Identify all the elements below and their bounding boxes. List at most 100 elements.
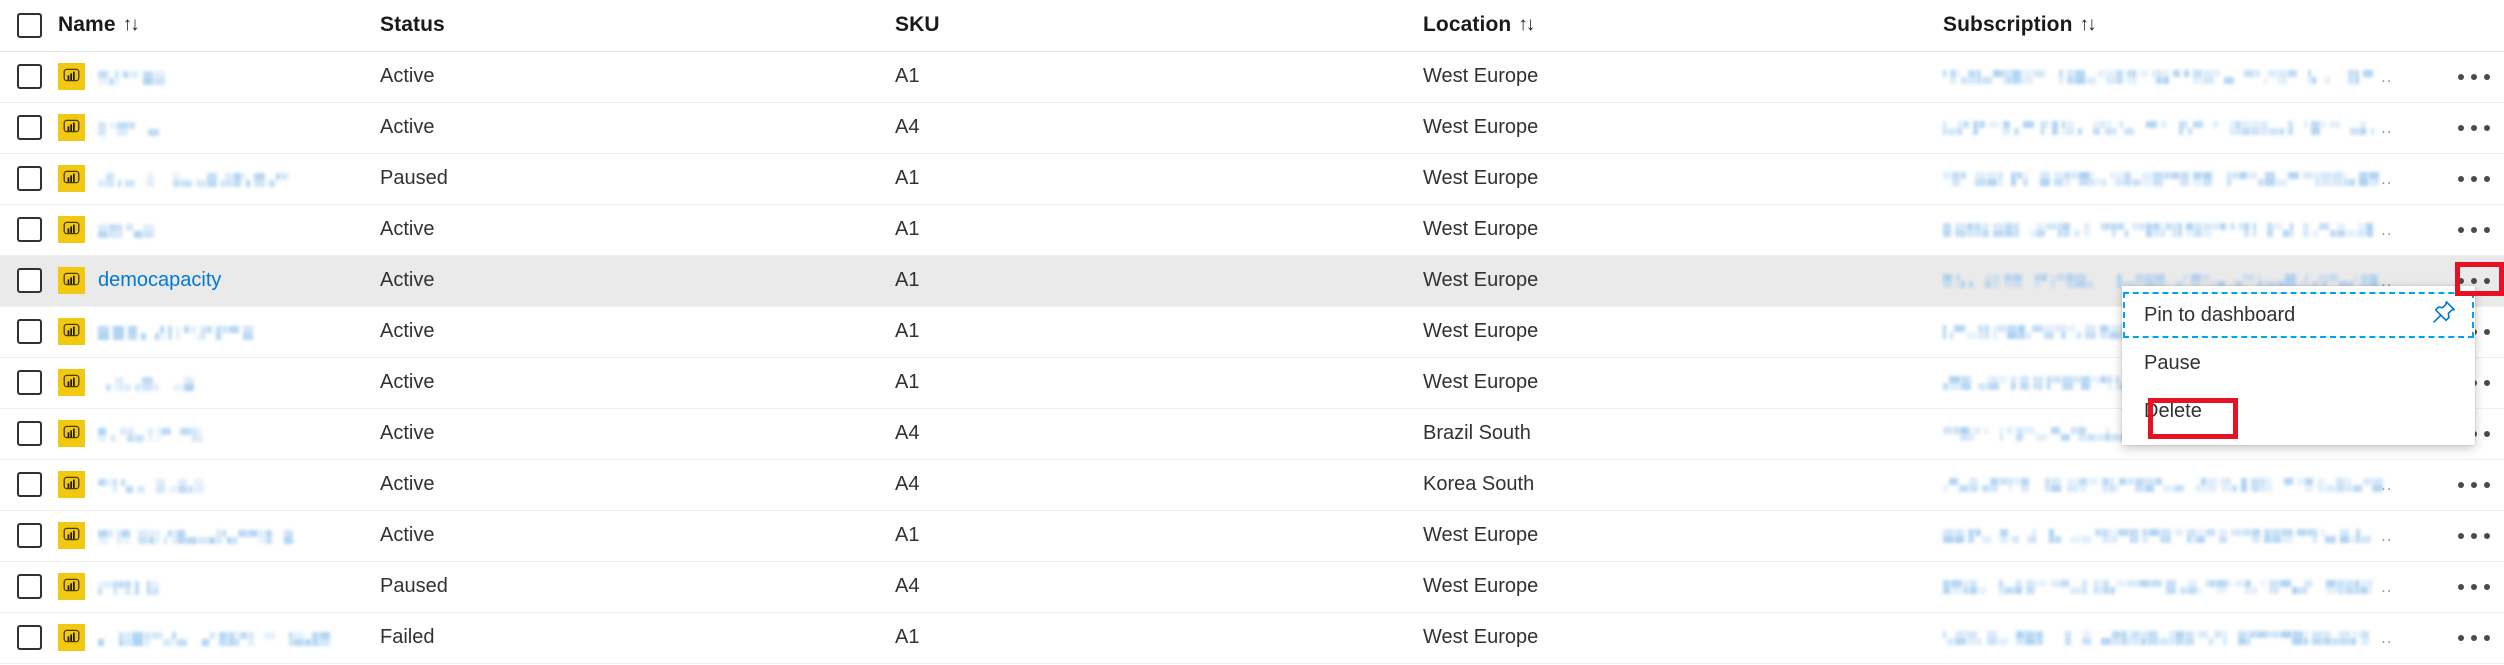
- row-status-cell: Active: [380, 357, 895, 409]
- row-status-cell: Active: [380, 255, 895, 307]
- row-select-checkbox[interactable]: [17, 523, 42, 548]
- row-name-cell: [58, 102, 380, 154]
- location-value: West Europe: [1423, 320, 1539, 342]
- row-status-cell: Active: [380, 306, 895, 358]
- row-select-checkbox[interactable]: [17, 268, 42, 293]
- header-name-cell[interactable]: Name ↑↓: [58, 0, 380, 52]
- header-location-cell[interactable]: Location ↑↓: [1423, 0, 1943, 52]
- capacities-list-page: Name ↑↓ Status SKU Location ↑↓ Subscriptio…: [0, 0, 2504, 665]
- menu-item-pause[interactable]: Pause: [2122, 339, 2475, 387]
- table-header: Name ↑↓ Status SKU Location ↑↓ Subscriptio…: [0, 0, 2504, 52]
- row-select-checkbox[interactable]: [17, 319, 42, 344]
- row-overflow-menu-button[interactable]: [2449, 62, 2498, 92]
- row-location-cell: West Europe: [1423, 204, 1943, 256]
- header-sku-cell[interactable]: SKU: [895, 0, 1423, 52]
- header-status-cell[interactable]: Status: [380, 0, 895, 52]
- subscription-truncation-indicator: ..: [2381, 168, 2393, 188]
- row-select-checkbox[interactable]: [17, 370, 42, 395]
- row-select-checkbox[interactable]: [17, 115, 42, 140]
- power-bi-capacity-icon: [58, 267, 85, 294]
- header-status-label: Status: [380, 13, 445, 37]
- row-status-cell: Active: [380, 510, 895, 562]
- row-location-cell: West Europe: [1423, 561, 1943, 613]
- sku-value: A1: [895, 371, 920, 393]
- redacted-text: [98, 67, 165, 87]
- ellipsis-dot: [2483, 277, 2490, 284]
- row-select-cell: [0, 612, 58, 664]
- sku-value: A1: [895, 269, 920, 291]
- row-location-cell: Brazil South: [1423, 408, 1943, 460]
- status-value: Active: [380, 473, 435, 495]
- sort-arrows-icon-location[interactable]: ↑↓: [1518, 14, 1535, 36]
- row-select-checkbox[interactable]: [17, 472, 42, 497]
- sku-value: A1: [895, 65, 920, 87]
- table-row[interactable]: Paused A4 West Europe..: [0, 561, 2504, 613]
- row-overflow-menu-button[interactable]: [2449, 164, 2498, 194]
- ellipsis-dot: [2470, 226, 2477, 233]
- subscription-truncation-indicator: ..: [2381, 525, 2393, 545]
- row-select-checkbox[interactable]: [17, 64, 42, 89]
- ellipsis-dot: [2457, 124, 2464, 131]
- row-select-cell: [0, 102, 58, 154]
- menu-item-pin-to-dashboard[interactable]: Pin to dashboard: [2122, 291, 2475, 339]
- row-overflow-menu-button[interactable]: [2449, 521, 2498, 551]
- select-all-checkbox[interactable]: [17, 12, 42, 38]
- power-bi-capacity-icon: [58, 63, 85, 90]
- status-value: Failed: [380, 626, 435, 648]
- redacted-text: [98, 220, 155, 240]
- row-name-cell: [58, 153, 380, 205]
- sku-value: A1: [895, 167, 920, 189]
- row-overflow-menu-button[interactable]: [2449, 572, 2498, 602]
- row-name-cell: [58, 51, 380, 103]
- table-row[interactable]: Active A4 Korea South..: [0, 459, 2504, 511]
- row-sku-cell: A1: [895, 204, 1423, 256]
- row-select-checkbox[interactable]: [17, 217, 42, 242]
- row-overflow-menu-button[interactable]: [2449, 215, 2498, 245]
- row-sku-cell: A4: [895, 561, 1423, 613]
- row-context-menu[interactable]: Pin to dashboard Pause Delete: [2122, 286, 2475, 445]
- row-location-cell: West Europe: [1423, 255, 1943, 307]
- sort-arrows-icon-subscription[interactable]: ↑↓: [2080, 14, 2097, 36]
- row-location-cell: West Europe: [1423, 153, 1943, 205]
- row-name-cell: [58, 204, 380, 256]
- row-select-checkbox[interactable]: [17, 574, 42, 599]
- status-value: Paused: [380, 575, 448, 597]
- table-row[interactable]: Active A1 West Europe..: [0, 204, 2504, 256]
- table-row[interactable]: Active A1 West Europe..: [0, 51, 2504, 103]
- table-row[interactable]: Failed A1 West Europe..: [0, 612, 2504, 664]
- row-menu-cell: [2424, 204, 2504, 256]
- row-status-cell: Paused: [380, 153, 895, 205]
- header-subscription-label: Subscription: [1943, 13, 2073, 37]
- menu-item-delete[interactable]: Delete: [2122, 387, 2475, 435]
- row-name-cell: [58, 510, 380, 562]
- row-location-cell: Korea South: [1423, 459, 1943, 511]
- ellipsis-dot: [2483, 73, 2490, 80]
- ellipsis-dot: [2457, 175, 2464, 182]
- row-overflow-menu-button[interactable]: [2449, 623, 2498, 653]
- header-subscription-cell[interactable]: Subscription ↑↓: [1943, 0, 2504, 52]
- location-value: West Europe: [1423, 218, 1539, 240]
- row-sku-cell: A1: [895, 51, 1423, 103]
- table-row[interactable]: Paused A1 West Europe..: [0, 153, 2504, 205]
- ellipsis-dot: [2483, 583, 2490, 590]
- sku-value: A1: [895, 320, 920, 342]
- status-value: Active: [380, 422, 435, 444]
- row-select-checkbox[interactable]: [17, 625, 42, 650]
- row-overflow-menu-button[interactable]: [2449, 470, 2498, 500]
- row-sku-cell: A1: [895, 510, 1423, 562]
- power-bi-capacity-icon: [58, 216, 85, 243]
- row-select-cell: [0, 408, 58, 460]
- capacity-name-link[interactable]: democapacity: [98, 269, 221, 292]
- ellipsis-dot: [2483, 532, 2490, 539]
- location-value: West Europe: [1423, 575, 1539, 597]
- menu-item-label: Pause: [2144, 351, 2201, 374]
- sort-arrows-icon-name[interactable]: ↑↓: [123, 14, 140, 36]
- table-row[interactable]: Active A1 West Europe..: [0, 510, 2504, 562]
- row-overflow-menu-button[interactable]: [2449, 113, 2498, 143]
- redacted-text: [98, 475, 204, 495]
- sku-value: A1: [895, 524, 920, 546]
- row-select-checkbox[interactable]: [17, 421, 42, 446]
- menu-item-label: Pin to dashboard: [2144, 303, 2296, 326]
- table-row[interactable]: Active A4 West Europe..: [0, 102, 2504, 154]
- row-select-checkbox[interactable]: [17, 166, 42, 191]
